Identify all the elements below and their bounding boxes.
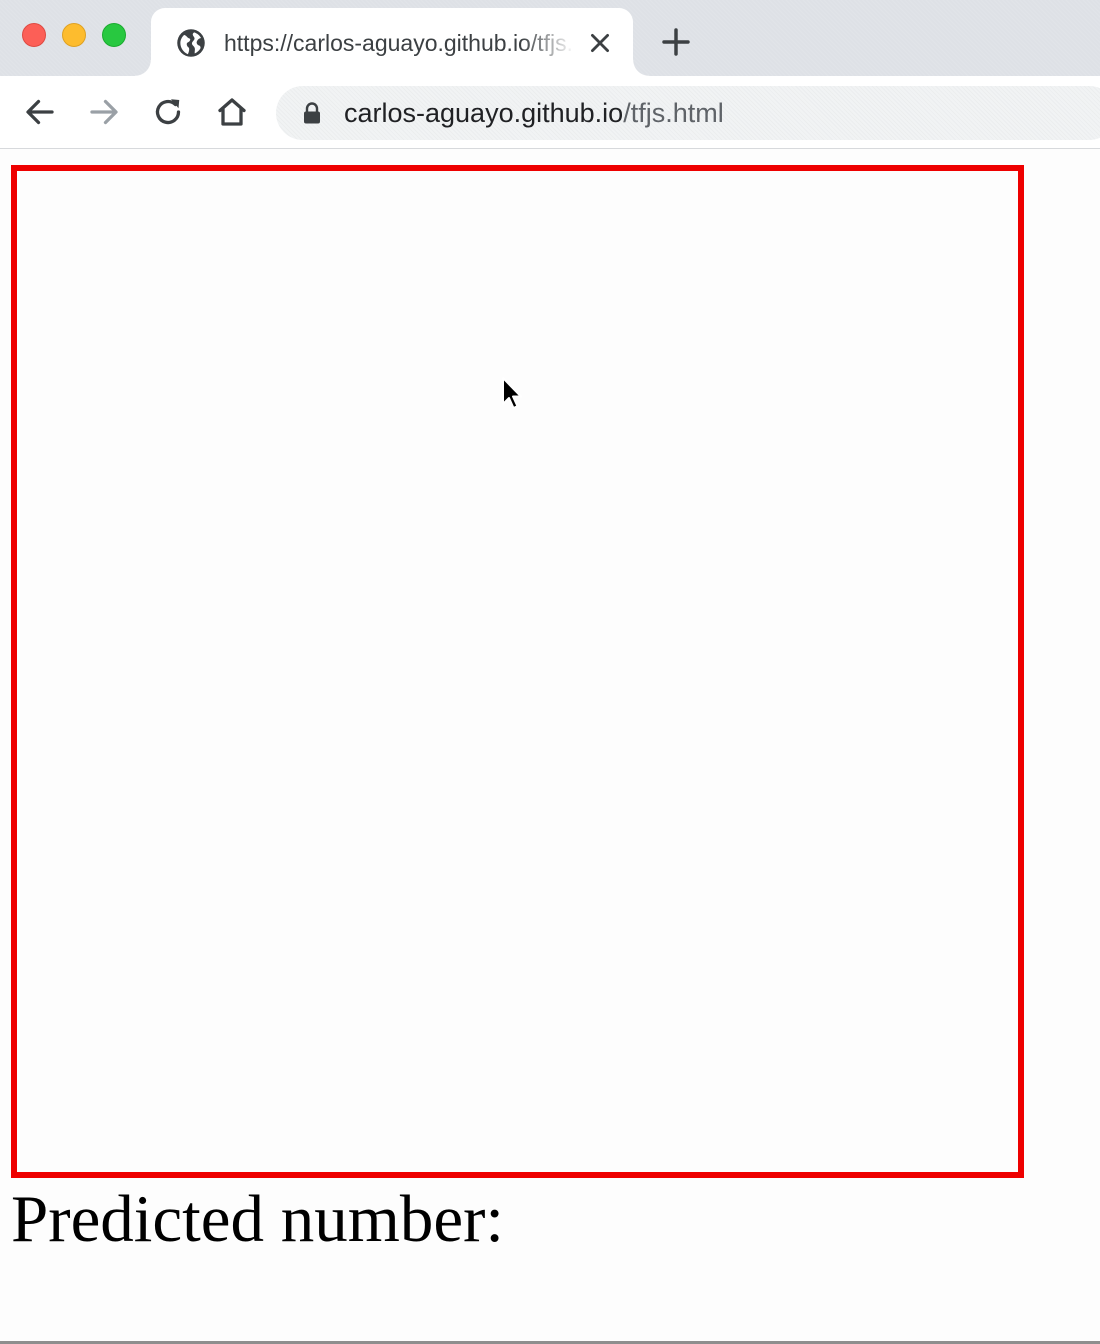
lock-icon[interactable] bbox=[302, 101, 322, 125]
arrow-right-icon[interactable] bbox=[86, 94, 122, 130]
reload-icon[interactable] bbox=[150, 94, 186, 130]
url-path: /tfjs.html bbox=[623, 98, 724, 128]
window-minimize-button[interactable] bbox=[62, 23, 86, 47]
close-icon[interactable] bbox=[587, 30, 613, 56]
drawing-canvas[interactable] bbox=[11, 165, 1024, 1178]
arrow-left-icon[interactable] bbox=[22, 94, 58, 130]
tab-title: https://carlos-aguayo.github.io/tfjs.htm… bbox=[224, 30, 574, 56]
browser-window: https://carlos-aguayo.github.io/tfjs.htm… bbox=[0, 0, 1100, 1344]
address-bar[interactable]: carlos-aguayo.github.io/tfjs.html bbox=[276, 86, 1100, 140]
home-icon[interactable] bbox=[214, 94, 250, 130]
window-maximize-button[interactable] bbox=[102, 23, 126, 47]
mouse-cursor-icon bbox=[502, 377, 522, 409]
url-text[interactable]: carlos-aguayo.github.io/tfjs.html bbox=[344, 97, 724, 129]
globe-icon bbox=[177, 29, 205, 57]
new-tab-icon[interactable] bbox=[660, 26, 692, 58]
predicted-number-label: Predicted number: bbox=[11, 1182, 505, 1256]
url-host: carlos-aguayo.github.io bbox=[344, 98, 624, 128]
active-tab[interactable]: https://carlos-aguayo.github.io/tfjs.htm… bbox=[135, 8, 649, 76]
browser-toolbar: carlos-aguayo.github.io/tfjs.html bbox=[0, 76, 1100, 149]
window-close-button[interactable] bbox=[22, 23, 46, 47]
tab-strip: https://carlos-aguayo.github.io/tfjs.htm… bbox=[0, 0, 1100, 76]
page-content: Predicted number: bbox=[0, 149, 1100, 1342]
